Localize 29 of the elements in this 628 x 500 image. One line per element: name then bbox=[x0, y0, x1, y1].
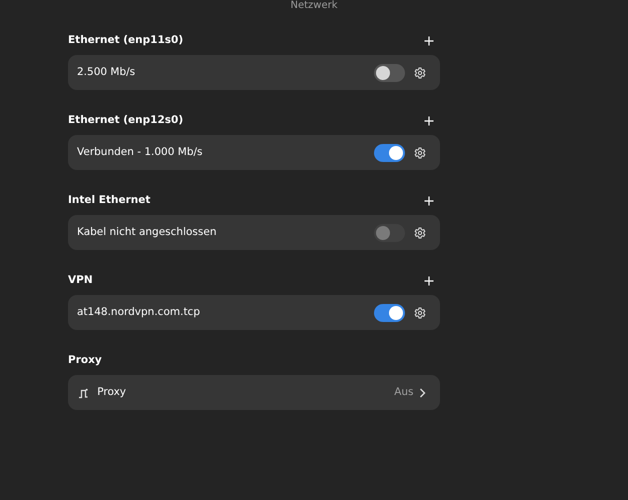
settings-icon[interactable] bbox=[414, 66, 426, 78]
section-heading: Ethernet (enp12s0) bbox=[68, 113, 184, 128]
add-icon[interactable] bbox=[424, 196, 434, 206]
proxy-label: Proxy bbox=[97, 384, 128, 400]
chevron-right-icon bbox=[419, 388, 426, 398]
add-icon[interactable] bbox=[424, 276, 434, 286]
toggle-switch[interactable] bbox=[374, 64, 404, 82]
connection-label: Verbunden - 1.000 Mb/s bbox=[77, 144, 204, 160]
connection-label: Kabel nicht angeschlossen bbox=[77, 224, 218, 240]
window-title: Netzwerk bbox=[289, 0, 339, 12]
connection-label: 2.500 Mb/s bbox=[77, 64, 136, 80]
connection-row[interactable]: 2.500 Mb/s bbox=[68, 55, 440, 90]
section-heading: Proxy bbox=[68, 353, 102, 368]
settings-icon[interactable] bbox=[414, 226, 426, 238]
toggle-switch[interactable] bbox=[374, 304, 404, 322]
proxy-row[interactable]: Proxy Aus bbox=[68, 375, 440, 410]
settings-icon[interactable] bbox=[414, 306, 426, 318]
add-icon[interactable] bbox=[424, 116, 434, 126]
proxy-status: Aus bbox=[394, 384, 414, 400]
network-icon bbox=[77, 386, 89, 398]
connection-row[interactable]: Verbunden - 1.000 Mb/s bbox=[68, 135, 440, 170]
section-heading: Ethernet (enp11s0) bbox=[68, 33, 184, 48]
connection-row[interactable]: at148.nordvpn.com.tcp bbox=[68, 295, 440, 330]
settings-icon[interactable] bbox=[414, 146, 426, 158]
add-icon[interactable] bbox=[424, 36, 434, 46]
section-heading: Intel Ethernet bbox=[68, 193, 150, 208]
section-heading: VPN bbox=[68, 273, 93, 288]
connection-label: at148.nordvpn.com.tcp bbox=[77, 304, 201, 320]
toggle-switch[interactable] bbox=[374, 144, 404, 162]
